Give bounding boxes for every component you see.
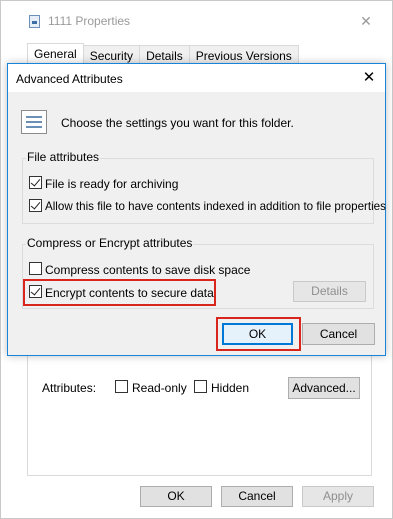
attributes-label: Attributes:: [42, 381, 97, 395]
apply-button[interactable]: Apply: [302, 486, 374, 507]
indexed-checkbox[interactable]: [29, 199, 42, 212]
file-attributes-group: [22, 158, 374, 224]
compress-encrypt-legend: Compress or Encrypt attributes: [26, 236, 194, 250]
dialog-title: Advanced Attributes: [16, 72, 123, 86]
dialog-cancel-button[interactable]: Cancel: [302, 323, 375, 345]
read-only-checkbox[interactable]: [115, 380, 128, 393]
file-attributes-legend: File attributes: [26, 150, 101, 164]
properties-title: 1111 Properties: [48, 14, 131, 28]
advanced-button[interactable]: Advanced...: [288, 377, 360, 399]
compress-checkbox[interactable]: [29, 262, 42, 275]
intro-text: Choose the settings you want for this fo…: [61, 116, 294, 130]
close-icon[interactable]: ✕: [356, 11, 376, 31]
indexed-label: Allow this file to have contents indexed…: [45, 200, 386, 213]
details-button[interactable]: Details: [293, 281, 366, 302]
properties-ok-button[interactable]: OK: [140, 486, 212, 507]
archiving-checkbox[interactable]: [29, 176, 42, 189]
advanced-attributes-dialog: Advanced Attributes ✕ Choose the setting…: [7, 63, 386, 356]
properties-cancel-button[interactable]: Cancel: [221, 486, 293, 507]
properties-titlebar: 1111 Properties ✕: [1, 1, 392, 41]
dialog-close-icon[interactable]: ✕: [358, 67, 380, 89]
folder-properties-icon: [29, 15, 40, 28]
archiving-label: File is ready for archiving: [45, 177, 179, 191]
dialog-ok-button[interactable]: OK: [222, 323, 293, 345]
compress-label: Compress contents to save disk space: [45, 263, 251, 277]
settings-list-icon: [21, 110, 47, 134]
dialog-titlebar: Advanced Attributes ✕: [8, 64, 385, 92]
hidden-checkbox[interactable]: [194, 380, 207, 393]
encrypt-highlight: [23, 279, 216, 306]
read-only-label: Read-only: [132, 381, 187, 395]
hidden-label: Hidden: [211, 381, 250, 395]
